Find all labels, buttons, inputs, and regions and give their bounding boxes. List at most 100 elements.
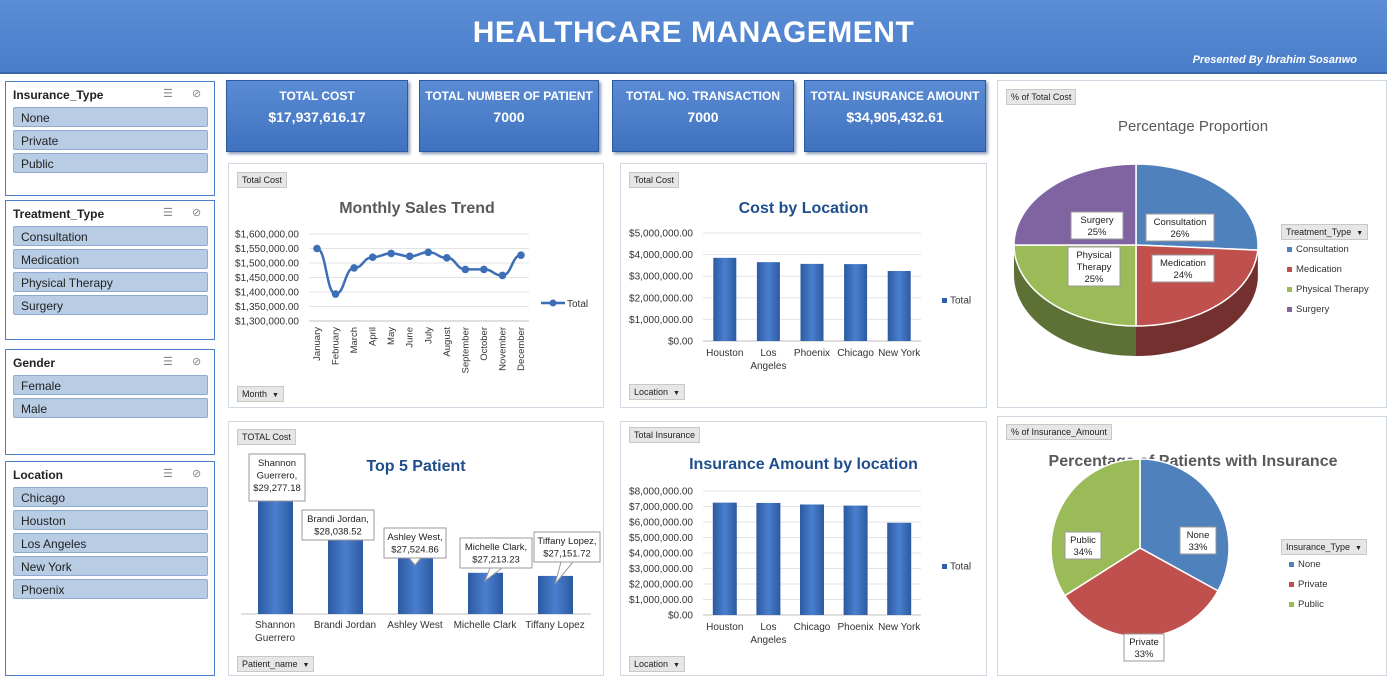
kpi-value: 7000 bbox=[493, 109, 525, 125]
legend-marker bbox=[1287, 307, 1292, 312]
x-tick-label: Tiffany Lopez bbox=[525, 620, 584, 631]
slicer-location: Location ☰ ⊘ Chicago Houston Los Angeles… bbox=[5, 461, 215, 676]
data-point bbox=[387, 249, 395, 258]
y-tick-label: $1,300,000.00 bbox=[235, 317, 299, 328]
y-tick-label: $0.00 bbox=[668, 337, 693, 348]
y-tick-label: $8,000,000.00 bbox=[629, 487, 693, 498]
slicer-item-female[interactable]: Female bbox=[13, 375, 208, 395]
data-label: $29,277.18 bbox=[253, 483, 301, 494]
kpi-value: $17,937,616.17 bbox=[268, 109, 366, 125]
x-tick-label: Los bbox=[760, 348, 776, 359]
bar bbox=[800, 263, 824, 341]
slicer-item-consultation[interactable]: Consultation bbox=[13, 226, 208, 246]
slicer-item-houston[interactable]: Houston bbox=[13, 510, 208, 530]
y-tick-label: $1,350,000.00 bbox=[235, 302, 299, 313]
x-tick-label: August bbox=[442, 327, 453, 357]
chart-monthly-sales-trend: Total Cost Monthly Sales Trend $1,600,00… bbox=[228, 163, 604, 408]
legend-label: Consultation bbox=[1296, 244, 1349, 255]
legend-marker bbox=[549, 299, 557, 307]
data-label: Public bbox=[1070, 535, 1096, 546]
y-tick-label: $1,450,000.00 bbox=[235, 273, 299, 284]
multi-select-icon[interactable]: ☰ bbox=[163, 467, 173, 480]
slicer-item-private[interactable]: Private bbox=[13, 130, 208, 150]
treatment-type-legend-button[interactable]: Treatment_Type ▼ bbox=[1281, 224, 1369, 240]
slicer-item-male[interactable]: Male bbox=[13, 398, 208, 418]
x-tick-label: Michelle Clark bbox=[454, 620, 518, 631]
bar-chart-svg: $5,000,000.00 $4,000,000.00 $3,000,000.00 $… bbox=[629, 229, 971, 373]
bar bbox=[756, 262, 780, 341]
bar-chart-svg: Shannon Guerrero Shannon Guerrero,$29,277.1… bbox=[241, 453, 601, 644]
slicer-insurance-type: Insurance_Type ☰ ⊘ None Private Public bbox=[5, 81, 215, 196]
clear-filter-icon[interactable]: ⊘ bbox=[192, 206, 201, 219]
data-label: Tiffany Lopez, bbox=[537, 536, 596, 547]
clear-filter-icon[interactable]: ⊘ bbox=[192, 467, 201, 480]
slicer-title: Gender bbox=[13, 356, 56, 370]
legend-label: None bbox=[1298, 559, 1321, 570]
kpi-value: 7000 bbox=[687, 109, 719, 125]
x-tick-label: April bbox=[368, 327, 379, 346]
slicer-item-phoenix[interactable]: Phoenix bbox=[13, 579, 208, 599]
month-axis-button[interactable]: Month ▼ bbox=[237, 386, 284, 402]
patient-name-axis-button[interactable]: Patient_name ▼ bbox=[237, 656, 315, 672]
chart-insurance-by-location: Total Insurance Insurance Amount by loca… bbox=[620, 421, 987, 676]
slicer-item-los-angeles[interactable]: Los Angeles bbox=[13, 533, 208, 553]
dashboard-title: HEALTHCARE MANAGEMENT bbox=[472, 16, 915, 49]
slicer-item-physical-therapy[interactable]: Physical Therapy bbox=[13, 272, 208, 292]
x-tick-label: October bbox=[479, 327, 490, 361]
data-label: $27,213.23 bbox=[472, 555, 520, 566]
y-tick-label: $1,000,000.00 bbox=[629, 315, 693, 326]
chart-top-5-patient: TOTAL Cost Top 5 Patient Shannon Guerrero… bbox=[228, 421, 604, 676]
kpi-total-cost: TOTAL COST $17,937,616.17 bbox=[226, 80, 408, 152]
data-label: 26% bbox=[1170, 229, 1190, 240]
legend-marker bbox=[1287, 267, 1292, 272]
data-label: Consultation bbox=[1154, 217, 1207, 228]
slicer-treatment-type: Treatment_Type ☰ ⊘ Consultation Medicati… bbox=[5, 200, 215, 340]
insurance-type-legend-button[interactable]: Insurance_Type ▼ bbox=[1281, 539, 1367, 555]
data-point bbox=[461, 265, 470, 274]
location-axis-button[interactable]: Location ▼ bbox=[629, 656, 685, 672]
y-tick-label: $2,000,000.00 bbox=[629, 580, 693, 591]
slicer-title: Treatment_Type bbox=[13, 207, 105, 221]
x-tick-label: Houston bbox=[706, 348, 743, 359]
legend-label: Total bbox=[950, 296, 971, 307]
clear-filter-icon[interactable]: ⊘ bbox=[192, 355, 201, 368]
slicer-item-new-york[interactable]: New York bbox=[13, 556, 208, 576]
data-label: None bbox=[1187, 530, 1210, 541]
kpi-title: TOTAL INSURANCE AMOUNT bbox=[810, 89, 980, 103]
x-tick-label: Guerrero bbox=[255, 633, 295, 644]
x-tick-label: Phoenix bbox=[794, 348, 830, 359]
multi-select-icon[interactable]: ☰ bbox=[163, 355, 173, 368]
slicer-gender: Gender ☰ ⊘ Female Male bbox=[5, 349, 215, 455]
data-label: $28,038.52 bbox=[314, 527, 362, 538]
data-label: 34% bbox=[1073, 547, 1093, 558]
legend-marker bbox=[1287, 287, 1292, 292]
x-tick-label: Brandi Jordan bbox=[314, 620, 376, 631]
bar bbox=[844, 264, 868, 341]
y-tick-label: $5,000,000.00 bbox=[629, 533, 693, 544]
location-axis-button[interactable]: Location ▼ bbox=[629, 384, 685, 400]
data-point bbox=[313, 244, 321, 253]
y-tick-label: $1,600,000.00 bbox=[235, 230, 299, 241]
data-label: Therapy bbox=[1077, 262, 1112, 273]
bar bbox=[887, 271, 911, 341]
slicer-item-public[interactable]: Public bbox=[13, 153, 208, 173]
x-tick-label: May bbox=[386, 327, 397, 345]
data-label: Brandi Jordan, bbox=[307, 514, 369, 525]
x-tick-label: June bbox=[405, 327, 416, 348]
data-point bbox=[480, 265, 488, 274]
slicer-item-surgery[interactable]: Surgery bbox=[13, 295, 208, 315]
legend-label: Total bbox=[567, 299, 588, 310]
slicer-item-none[interactable]: None bbox=[13, 107, 208, 127]
slicer-item-chicago[interactable]: Chicago bbox=[13, 487, 208, 507]
data-label: Michelle Clark, bbox=[465, 542, 527, 553]
x-tick-label: July bbox=[423, 327, 434, 344]
x-tick-label: Phoenix bbox=[838, 622, 874, 633]
clear-filter-icon[interactable]: ⊘ bbox=[192, 87, 201, 100]
legend-label: Private bbox=[1298, 579, 1328, 590]
presenter-label: Presented By Ibrahim Sosanwo bbox=[1192, 54, 1357, 66]
bar bbox=[398, 557, 433, 614]
multi-select-icon[interactable]: ☰ bbox=[163, 206, 173, 219]
x-tick-label: Angeles bbox=[750, 361, 786, 372]
slicer-item-medication[interactable]: Medication bbox=[13, 249, 208, 269]
multi-select-icon[interactable]: ☰ bbox=[163, 87, 173, 100]
